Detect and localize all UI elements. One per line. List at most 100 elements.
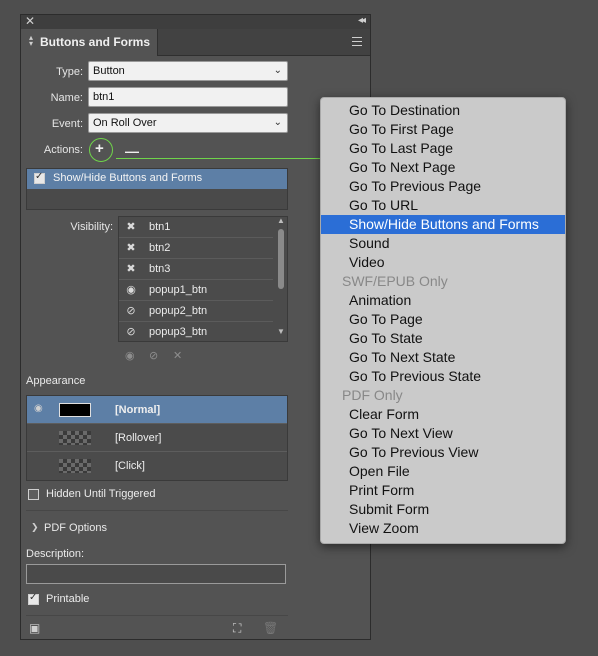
panel-menu-icon[interactable]: [352, 37, 362, 46]
action-enabled-checkbox[interactable]: [34, 171, 45, 184]
visibility-row-popup1[interactable]: ◉ popup1_btn: [119, 280, 273, 301]
appearance-row-click[interactable]: [Click]: [27, 452, 287, 480]
remove-action-button[interactable]: —: [125, 143, 139, 159]
appearance-state-label: [Click]: [115, 460, 145, 472]
menu-item-go-to-previous-state[interactable]: Go To Previous State: [321, 367, 565, 386]
appearance-state-label: [Normal]: [115, 404, 161, 416]
menu-item-label: Go To Next Page: [349, 159, 456, 175]
type-select[interactable]: Button ⌄: [88, 61, 288, 81]
visibility-item-name: btn1: [149, 221, 171, 233]
scroll-up-icon[interactable]: ▲: [277, 216, 285, 225]
event-label: Event:: [51, 118, 83, 130]
tab-buttons-and-forms[interactable]: ▴ ▾ Buttons and Forms: [21, 29, 158, 56]
menu-item-sound[interactable]: Sound: [321, 234, 565, 253]
panel-top-bar: ✕ ◂◂: [21, 14, 370, 29]
close-icon[interactable]: ✕: [25, 14, 35, 28]
menu-item-label: Open File: [349, 463, 410, 479]
menu-item-label: Go To Last Page: [349, 140, 454, 156]
visibility-scrollbar[interactable]: ▲ ▼: [276, 216, 286, 339]
x-icon[interactable]: ✖: [124, 262, 138, 275]
menu-item-go-to-previous-page[interactable]: Go To Previous Page: [321, 177, 565, 196]
tab-expand-icon[interactable]: ▴ ▾: [29, 34, 33, 48]
appearance-row-normal[interactable]: ◉ [Normal]: [27, 396, 287, 424]
panel-tab-row: ▴ ▾ Buttons and Forms: [21, 29, 370, 56]
menu-item-label: SWF/EPUB Only: [342, 273, 448, 289]
preview-icon[interactable]: ▣: [29, 621, 40, 635]
x-icon[interactable]: ✖: [124, 220, 138, 233]
name-field[interactable]: btn1: [88, 87, 288, 107]
do-not-change-icon[interactable]: ✕: [173, 349, 182, 362]
menu-item-label: Go To URL: [349, 197, 418, 213]
visibility-row-btn3[interactable]: ✖ btn3: [119, 259, 273, 280]
menu-item-go-to-previous-view[interactable]: Go To Previous View: [321, 443, 565, 462]
menu-item-label: Go To First Page: [349, 121, 454, 137]
menu-item-go-to-page[interactable]: Go To Page: [321, 310, 565, 329]
eye-icon: ◉: [34, 403, 43, 414]
hidden-until-triggered-checkbox[interactable]: [28, 489, 39, 500]
trash-icon[interactable]: 🗑: [263, 621, 278, 635]
menu-item-submit-form[interactable]: Submit Form: [321, 500, 565, 519]
appearance-state-label: [Rollover]: [115, 432, 162, 444]
action-row[interactable]: Show/Hide Buttons and Forms: [27, 169, 287, 189]
chevron-down-icon: ⌄: [273, 117, 282, 128]
menu-item-label: Video: [349, 254, 385, 270]
scrollbar-thumb[interactable]: [278, 229, 284, 289]
panel-bottom-bar: ▣ ⛶ 🗑: [21, 618, 370, 640]
menu-item-clear-form[interactable]: Clear Form: [321, 405, 565, 424]
menu-item-animation[interactable]: Animation: [321, 291, 565, 310]
menu-item-view-zoom[interactable]: View Zoom: [321, 519, 565, 538]
visibility-row-popup3[interactable]: ⊘ popup3_btn: [119, 322, 273, 343]
eye-icon[interactable]: ◉: [124, 283, 138, 296]
description-field[interactable]: [26, 564, 286, 584]
menu-item-go-to-next-state[interactable]: Go To Next State: [321, 348, 565, 367]
collapse-panel-icon[interactable]: ◂◂: [358, 15, 366, 26]
visibility-row-btn2[interactable]: ✖ btn2: [119, 238, 273, 259]
menu-item-print-form[interactable]: Print Form: [321, 481, 565, 500]
menu-item-go-to-first-page[interactable]: Go To First Page: [321, 120, 565, 139]
menu-item-label: Print Form: [349, 482, 415, 498]
eye-slash-icon[interactable]: ⊘: [124, 304, 138, 317]
visibility-item-name: btn2: [149, 242, 171, 254]
printable-label: Printable: [46, 593, 90, 605]
menu-item-label: Animation: [349, 292, 412, 308]
convert-object-icon[interactable]: ⛶: [233, 621, 241, 636]
event-select[interactable]: On Roll Over ⌄: [88, 113, 288, 133]
menu-item-go-to-next-view[interactable]: Go To Next View: [321, 424, 565, 443]
menu-item-open-file[interactable]: Open File: [321, 462, 565, 481]
menu-item-label: Show/Hide Buttons and Forms: [349, 216, 539, 232]
name-label: Name:: [50, 92, 83, 104]
printable-checkbox[interactable]: [28, 592, 39, 605]
hide-icon[interactable]: ⊘: [149, 349, 158, 362]
visibility-item-name: btn3: [149, 263, 171, 275]
menu-item-go-to-next-page[interactable]: Go To Next Page: [321, 158, 565, 177]
pdf-options-label[interactable]: PDF Options: [44, 522, 107, 534]
type-value: Button: [93, 65, 125, 77]
x-icon[interactable]: ✖: [124, 241, 138, 254]
visibility-item-name: popup2_btn: [149, 305, 208, 317]
menu-item-show-hide-buttons-and-forms[interactable]: Show/Hide Buttons and Forms: [321, 215, 565, 234]
divider: [26, 510, 288, 511]
appearance-row-rollover[interactable]: [Rollover]: [27, 424, 287, 452]
menu-item-go-to-destination[interactable]: Go To Destination: [321, 101, 565, 120]
add-action-button[interactable]: +: [89, 138, 113, 162]
event-value: On Roll Over: [93, 117, 157, 129]
actions-label: Actions:: [43, 144, 83, 156]
visibility-row-popup2[interactable]: ⊘ popup2_btn: [119, 301, 273, 322]
action-dropdown-menu: Go To Destination Go To First Page Go To L…: [320, 97, 566, 544]
visibility-row-btn1[interactable]: ✖ btn1: [119, 217, 273, 238]
plus-icon: +: [95, 140, 104, 157]
menu-item-label: Go To Next State: [349, 349, 456, 365]
menu-item-label: Go To Page: [349, 311, 423, 327]
show-icon[interactable]: ◉: [125, 349, 135, 362]
scroll-down-icon[interactable]: ▼: [277, 327, 285, 336]
appearance-list: ◉ [Normal] [Rollover] [Click]: [26, 395, 288, 481]
menu-item-go-to-state[interactable]: Go To State: [321, 329, 565, 348]
menu-header-pdf-only: PDF Only: [321, 386, 565, 405]
menu-item-go-to-url[interactable]: Go To URL: [321, 196, 565, 215]
buttons-and-forms-panel: ✕ ◂◂ ▴ ▾ Buttons and Forms Type: Button ⌄…: [20, 14, 371, 640]
menu-item-go-to-last-page[interactable]: Go To Last Page: [321, 139, 565, 158]
pdf-options-chevron-icon[interactable]: ❯: [31, 522, 39, 533]
eye-slash-icon[interactable]: ⊘: [124, 325, 138, 338]
appearance-thumbnail: [59, 403, 91, 417]
menu-item-video[interactable]: Video: [321, 253, 565, 272]
